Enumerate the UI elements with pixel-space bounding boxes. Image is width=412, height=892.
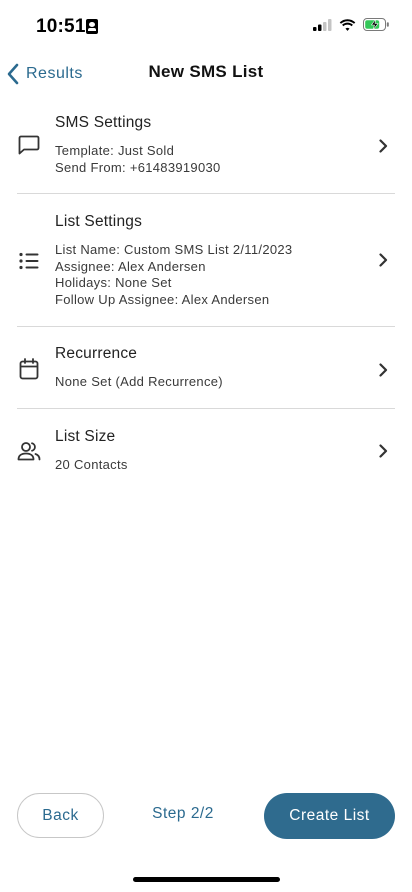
status-bar: 10:51 <box>0 0 412 52</box>
list-size-title: List Size <box>55 428 116 445</box>
sms-send-from-text: Send From: +61483919030 <box>55 159 221 175</box>
follow-up-assignee-text: Follow Up Assignee: Alex Andersen <box>55 291 270 307</box>
sms-template-text: Template: Just Sold <box>55 143 175 158</box>
sms-settings-content: SMS Settings Template: Just Sold Send Fr… <box>55 114 395 193</box>
recurrence-row[interactable]: Recurrence None Set (Add Recurrence) <box>17 327 395 409</box>
list-settings-content: List Settings List Name: Custom SMS List… <box>55 213 395 326</box>
chevron-right-icon <box>379 253 388 267</box>
list-settings-row[interactable]: List Settings List Name: Custom SMS List… <box>17 194 395 327</box>
battery-charging-icon <box>363 18 389 31</box>
recurrence-title: Recurrence <box>55 345 138 362</box>
people-icon <box>17 439 41 463</box>
list-settings-title: List Settings <box>55 213 143 230</box>
status-icons <box>313 18 390 31</box>
nav-header: Results New SMS List <box>0 52 412 96</box>
signal-icon <box>313 18 332 31</box>
calendar-icon <box>17 357 41 381</box>
contacts-count-text: 20 Contacts <box>55 457 128 472</box>
list-size-content: List Size 20 Contacts <box>55 428 395 491</box>
step-indicator: Step 2/2 <box>152 805 214 822</box>
home-indicator <box>133 877 280 882</box>
id-card-icon <box>86 19 98 34</box>
chevron-right-icon <box>379 444 388 458</box>
wifi-icon <box>339 18 356 31</box>
recurrence-content: Recurrence None Set (Add Recurrence) <box>55 345 395 408</box>
page-title: New SMS List <box>148 62 264 81</box>
chevron-right-icon <box>379 139 388 153</box>
sms-settings-title: SMS Settings <box>55 114 152 131</box>
settings-list: SMS Settings Template: Just Sold Send Fr… <box>0 100 412 491</box>
status-time: 10:51 <box>36 16 86 37</box>
create-list-button[interactable]: Create List <box>264 793 395 839</box>
assignee-text: Assignee: Alex Andersen <box>55 258 206 274</box>
list-name-text: List Name: Custom SMS List 2/11/2023 <box>55 242 293 257</box>
back-button[interactable]: Back <box>17 793 104 838</box>
list-size-row[interactable]: List Size 20 Contacts <box>17 409 395 491</box>
sms-settings-row[interactable]: SMS Settings Template: Just Sold Send Fr… <box>17 100 395 194</box>
holidays-text: Holidays: None Set <box>55 275 172 290</box>
list-icon <box>17 249 41 273</box>
recurrence-value-text: None Set (Add Recurrence) <box>55 374 223 389</box>
chevron-right-icon <box>379 363 388 377</box>
message-icon <box>17 133 41 157</box>
